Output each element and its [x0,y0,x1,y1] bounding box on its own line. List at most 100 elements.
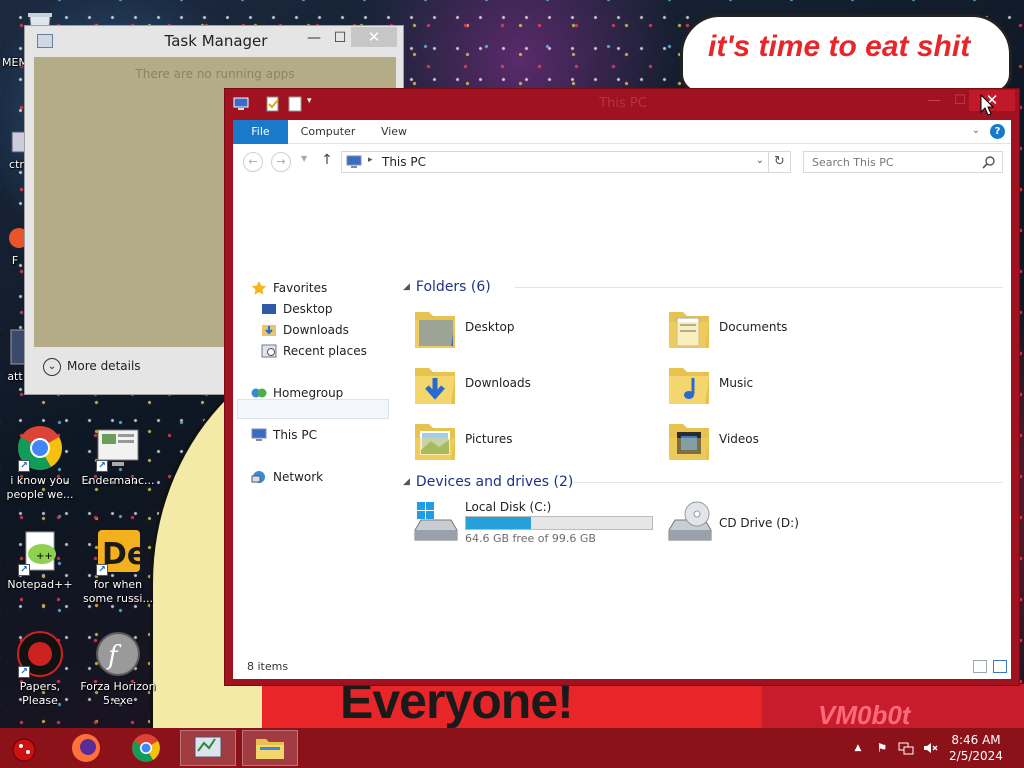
task-manager-maximize-button[interactable]: ☐ [327,28,353,48]
desktop-icon-de[interactable]: De ↗ for when some russi... [80,528,156,618]
tab-computer[interactable]: Computer [295,120,361,144]
explorer-title: This PC [599,96,647,111]
breadcrumb-separator-icon[interactable]: ▸ [368,155,373,165]
more-details-button[interactable]: ⌄ More details [43,357,141,377]
desktop-icon-label: i know you people we... [6,474,74,501]
folder-name: Videos [719,432,759,446]
chrome-icon: ↗ [16,424,64,472]
refresh-icon[interactable]: ↻ [768,152,790,172]
collapse-caret-icon: ◢ [403,282,410,292]
tab-file[interactable]: File [233,120,288,144]
nav-favorites[interactable]: Favorites [251,278,327,298]
task-manager-empty-text: There are no running apps [135,67,295,81]
content-pane: ◢ Folders (6) Desktop Documents Download… [395,182,1007,652]
group-divider [515,287,1003,288]
folder-name: Music [719,376,754,390]
nav-network[interactable]: Network [251,467,323,487]
taskbar-clock[interactable]: 8:46 AM 2/5/2024 [946,732,1006,764]
recent-places-icon [261,344,277,358]
nav-downloads[interactable]: Downloads [261,320,349,340]
task-manager-close-button[interactable]: ✕ [351,27,397,47]
folder-name: Downloads [465,376,531,390]
ribbon: File Computer View ⌄ ? [233,120,1011,144]
recent-locations-icon[interactable]: ▼ [301,154,311,163]
drive-local-disk[interactable]: Local Disk (C:) 64.6 GB free of 99.6 GB [413,500,663,556]
explorer-body: File Computer View ⌄ ? ← → ▼ ↑ ▸ This PC… [233,120,1011,679]
file-explorer-window[interactable]: ▾ This PC — ☐ ✕ File Computer View ⌄ ? ←… [224,88,1020,686]
desktop-icon-forza[interactable]: f Forza Horizon 5.exe [80,630,156,720]
svg-text:++: ++ [36,551,53,562]
task-manager-titlebar[interactable]: Task Manager — ☐ ✕ [25,26,403,56]
back-button[interactable]: ← [243,152,263,172]
monitor-icon: ↗ [94,424,142,472]
shortcut-arrow-icon: ↗ [18,564,30,576]
computer-icon [251,428,267,442]
help-icon[interactable]: ? [990,124,1005,139]
start-button[interactable] [0,730,56,766]
expand-ribbon-icon[interactable]: ⌄ [969,125,983,139]
disk-usage-bar [465,516,653,530]
breadcrumb[interactable]: This PC [382,155,426,169]
folder-documents[interactable]: Documents [667,304,917,356]
forward-button[interactable]: → [271,152,291,172]
show-hidden-icons-icon[interactable]: ▲ [850,740,866,756]
volume-muted-icon[interactable] [922,740,938,756]
group-divider [573,482,1003,483]
start-orb-icon [12,738,36,762]
address-bar[interactable]: ▸ This PC ⌄ ↻ [341,151,791,173]
details-view-icon[interactable] [973,660,987,673]
folder-videos[interactable]: Videos [667,416,917,468]
search-placeholder: Search This PC [812,156,894,169]
desktop-icon-endermanch[interactable]: ↗ Endermanc... [80,424,156,514]
desktop-folder-icon [413,304,457,352]
folders-group-header[interactable]: ◢ Folders (6) [403,276,1003,298]
desktop-icon-label: Papers, Please [19,680,61,707]
taskbar-firefox[interactable] [58,730,114,766]
mouse-cursor-icon [980,94,994,116]
chevron-down-icon[interactable]: ⌄ [756,155,764,166]
disk-usage-fill [466,517,532,529]
folder-desktop[interactable]: Desktop [413,304,663,356]
explorer-titlebar[interactable]: ▾ This PC — ☐ ✕ [225,89,1019,119]
nav-network-label: Network [273,470,324,484]
nav-recent-places[interactable]: Recent places [261,341,367,361]
papers-please-icon: ↗ [16,630,64,678]
explorer-minimize-button[interactable]: — [921,91,947,111]
wallpaper-speech-text: it's time to eat shit [708,30,971,63]
desktop-icon-label: Forza Horizon 5.exe [80,680,156,707]
svg-text:De: De [102,537,142,572]
documents-folder-icon [667,304,711,352]
nav-this-pc[interactable]: This PC [251,425,317,445]
task-manager-icon [194,736,222,758]
nav-desktop[interactable]: Desktop [261,299,333,319]
large-icons-view-icon[interactable] [993,660,1007,673]
navigation-pane: Favorites Desktop Downloads Recent place… [233,182,393,652]
music-folder-icon [667,360,711,408]
desktop-icon-papers-please[interactable]: ↗ Papers, Please [2,630,78,720]
tab-view[interactable]: View [369,120,419,144]
task-manager-minimize-button[interactable]: — [301,28,327,48]
taskbar-chrome[interactable] [118,730,174,766]
desktop-icon-chrome[interactable]: ↗ i know you people we... [2,424,78,514]
folder-music[interactable]: Music [667,360,917,412]
devices-group-header[interactable]: ◢ Devices and drives (2) [403,471,1003,493]
drive-cd[interactable]: CD Drive (D:) [667,500,917,556]
drive-name: CD Drive (D:) [719,516,799,530]
up-button[interactable]: ↑ [319,152,335,168]
nav-homegroup[interactable]: Homegroup [251,383,343,403]
shortcut-arrow-icon: ↗ [96,460,108,472]
computer-icon [346,155,362,169]
desktop-icon-label: Endermanc... [81,474,155,487]
taskbar-task-manager[interactable] [180,730,236,766]
chrome-icon [132,734,160,762]
status-bar: 8 items [233,656,1011,678]
search-input[interactable]: Search This PC [803,151,1003,173]
network-tray-icon[interactable] [898,740,914,756]
desktop-icon-label: for when some russi... [83,578,153,605]
nav-this-pc-label: This PC [273,428,317,442]
folder-downloads[interactable]: Downloads [413,360,663,412]
folder-pictures[interactable]: Pictures [413,416,663,468]
action-center-flag-icon[interactable]: ⚑ [874,740,890,756]
desktop-icon-notepadpp[interactable]: ++ ↗ Notepad++ [2,528,78,618]
taskbar-file-explorer[interactable] [242,730,298,766]
